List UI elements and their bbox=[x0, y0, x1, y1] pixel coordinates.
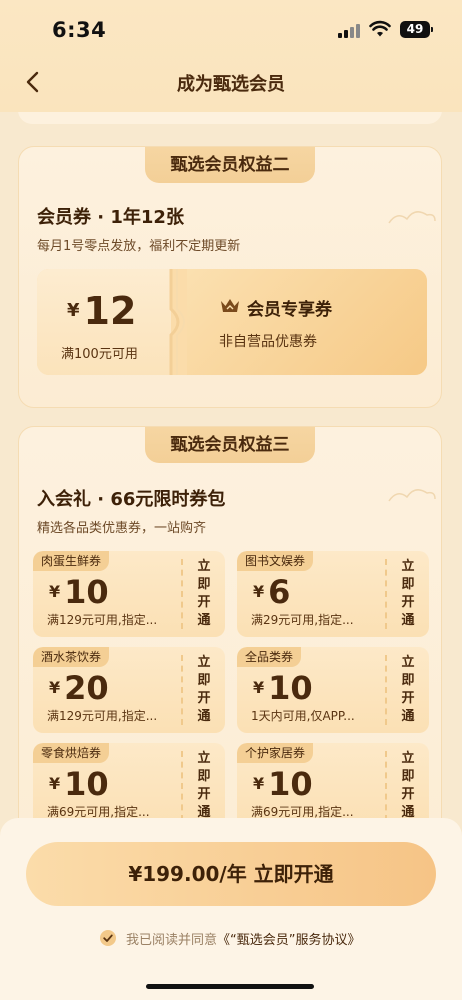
previous-card-edge bbox=[18, 112, 442, 124]
signal-icon bbox=[338, 22, 362, 38]
coupon-divider bbox=[181, 751, 183, 821]
coupon-open-button[interactable]: 立即开通 bbox=[189, 653, 219, 727]
coupon-tag: 零食烘焙券 bbox=[33, 743, 110, 763]
cloud-decoration-icon bbox=[388, 211, 436, 224]
status-time: 6:34 bbox=[52, 18, 107, 42]
page-title: 成为甄选会员 bbox=[177, 74, 285, 95]
coupon-condition: 满29元可用,指定... bbox=[251, 613, 354, 627]
benefit-three-title: 甄选会员权益三 bbox=[145, 427, 315, 463]
checkmark-icon[interactable] bbox=[100, 930, 116, 946]
home-indicator bbox=[146, 984, 314, 989]
coupon-open-button[interactable]: 立即开通 bbox=[393, 653, 423, 727]
coupon-divider bbox=[181, 559, 183, 629]
coupon-tag: 全品类券 bbox=[237, 647, 302, 667]
coupon-condition: 1天内可用,仅APP... bbox=[251, 709, 355, 723]
coupon-amount: ¥6 bbox=[253, 573, 291, 611]
benefit-two-subtitle: 每月1号零点发放，福利不定期更新 bbox=[37, 239, 241, 254]
coupon-amount: ¥10 bbox=[49, 573, 109, 611]
battery-indicator: 49 bbox=[400, 21, 433, 38]
member-coupon[interactable]: ¥12 满100元可用 会员专享券 非自营品优惠券 bbox=[37, 269, 427, 375]
coupon-tag: 酒水茶饮券 bbox=[33, 647, 110, 667]
coupon-divider bbox=[385, 751, 387, 821]
coupon-tag: 图书文娱券 bbox=[237, 551, 314, 571]
coupon-amount: ¥10 bbox=[253, 765, 313, 803]
coupon-amount: ¥20 bbox=[49, 669, 109, 707]
coupon-condition: 满129元可用,指定... bbox=[47, 709, 158, 723]
open-membership-button[interactable]: ¥199.00/年 立即开通 bbox=[26, 842, 436, 906]
coupon-tag: 个护家居券 bbox=[237, 743, 314, 763]
coupon-divider bbox=[181, 655, 183, 725]
nav-bar: 成为甄选会员 bbox=[0, 58, 462, 108]
agreement-text: 我已阅读并同意 bbox=[126, 932, 218, 948]
coupon-divider bbox=[385, 655, 387, 725]
coupon-open-button[interactable]: 立即开通 bbox=[189, 557, 219, 631]
member-coupon-info-panel bbox=[187, 269, 427, 375]
coupon-amount: ¥10 bbox=[49, 765, 109, 803]
coupon-tag: 肉蛋生鲜券 bbox=[33, 551, 110, 571]
coupon-open-button[interactable]: 立即开通 bbox=[393, 749, 423, 823]
agreement-row: 我已阅读并同意 《“甄选会员”服务协议》 bbox=[100, 928, 361, 948]
benefit-three-heading: 入会礼 · 66元限时券包 bbox=[37, 489, 226, 510]
status-bar: 6:34 49 bbox=[0, 0, 462, 58]
benefit-two-title: 甄选会员权益二 bbox=[145, 147, 315, 183]
coupon-condition: 满129元可用,指定... bbox=[47, 613, 158, 627]
coupon-personal-care[interactable]: 个护家居券 ¥10 满69元可用,指定... 立即开通 bbox=[237, 743, 429, 829]
coupon-fresh-food[interactable]: 肉蛋生鲜券 ¥10 满129元可用,指定... 立即开通 bbox=[33, 551, 225, 637]
coupon-drinks[interactable]: 酒水茶饮券 ¥20 满129元可用,指定... 立即开通 bbox=[33, 647, 225, 733]
coupon-snacks[interactable]: 零食烘焙券 ¥10 满69元可用,指定... 立即开通 bbox=[33, 743, 225, 829]
wifi-icon bbox=[369, 20, 391, 37]
member-coupon-amount: ¥12 bbox=[67, 289, 137, 333]
service-agreement-link[interactable]: 《“甄选会员”服务协议》 bbox=[217, 929, 360, 948]
bottom-bar: ¥199.00/年 立即开通 我已阅读并同意 《“甄选会员”服务协议》 bbox=[0, 818, 462, 1000]
coupon-open-button[interactable]: 立即开通 bbox=[189, 749, 219, 823]
member-coupon-name: 会员专享券 bbox=[247, 300, 332, 320]
benefit-two-heading: 会员券 · 1年12张 bbox=[37, 207, 184, 228]
coupon-all-categories[interactable]: 全品类券 ¥10 1天内可用,仅APP... 立即开通 bbox=[237, 647, 429, 733]
crown-icon bbox=[221, 299, 239, 312]
coupon-divider bbox=[385, 559, 387, 629]
cloud-decoration-icon bbox=[388, 489, 436, 502]
member-coupon-desc: 非自营品优惠券 bbox=[219, 334, 317, 350]
benefit-two-card: 甄选会员权益二 会员券 · 1年12张 每月1号零点发放，福利不定期更新 ¥12… bbox=[18, 146, 442, 408]
coupon-amount: ¥10 bbox=[253, 669, 313, 707]
coupon-books[interactable]: 图书文娱券 ¥6 满29元可用,指定... 立即开通 bbox=[237, 551, 429, 637]
coupon-open-button[interactable]: 立即开通 bbox=[393, 557, 423, 631]
header: 6:34 49 成为甄选会员 bbox=[0, 0, 462, 112]
benefit-three-subtitle: 精选各品类优惠券，一站购齐 bbox=[37, 521, 207, 536]
member-coupon-condition: 满100元可用 bbox=[61, 347, 138, 362]
